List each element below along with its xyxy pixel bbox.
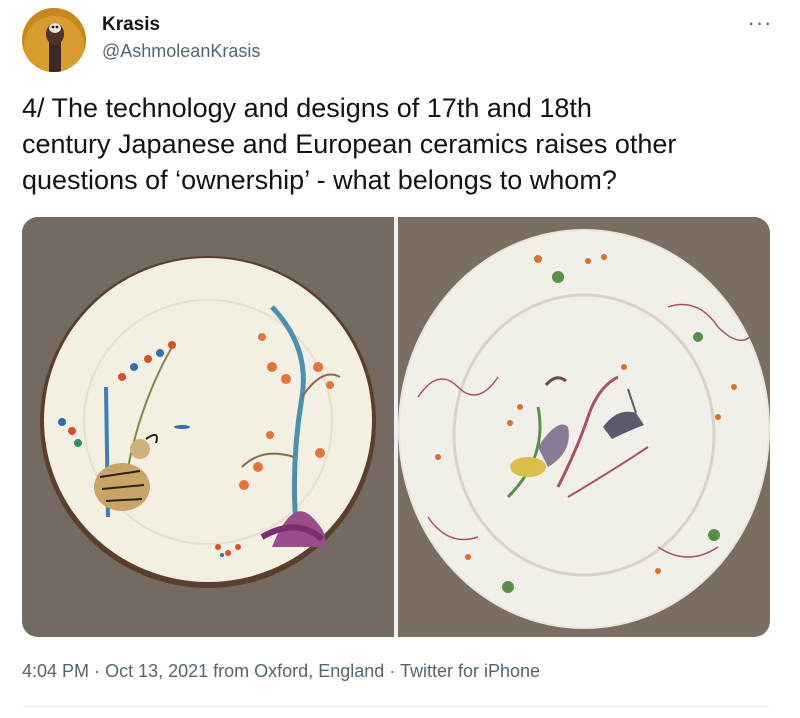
avatar[interactable] [22, 8, 86, 72]
tweet-metadata: 4:04 PM · Oct 13, 2021 from Oxford, Engl… [22, 661, 540, 682]
tweet: Krasis @AshmoleanKrasis ··· 4/ The techn… [0, 0, 800, 718]
author-handle[interactable]: @AshmoleanKrasis [102, 41, 260, 62]
meta-separator: · [389, 661, 396, 681]
tweet-location[interactable]: from Oxford, England [213, 661, 384, 681]
tweet-time[interactable]: 4:04 PM [22, 661, 89, 681]
tweet-date[interactable]: Oct 13, 2021 [105, 661, 208, 681]
avatar-image [22, 8, 86, 72]
author-display-name[interactable]: Krasis [102, 14, 160, 36]
plate-photo-left[interactable] [22, 217, 394, 637]
divider [22, 706, 770, 707]
tweet-media [22, 217, 770, 637]
tweet-text: 4/ The technology and designs of 17th an… [22, 93, 677, 195]
more-options-icon[interactable]: ··· [740, 8, 780, 38]
meta-separator: · [94, 661, 101, 681]
plate-photo-right[interactable] [398, 217, 770, 637]
tweet-source[interactable]: Twitter for iPhone [400, 661, 540, 681]
